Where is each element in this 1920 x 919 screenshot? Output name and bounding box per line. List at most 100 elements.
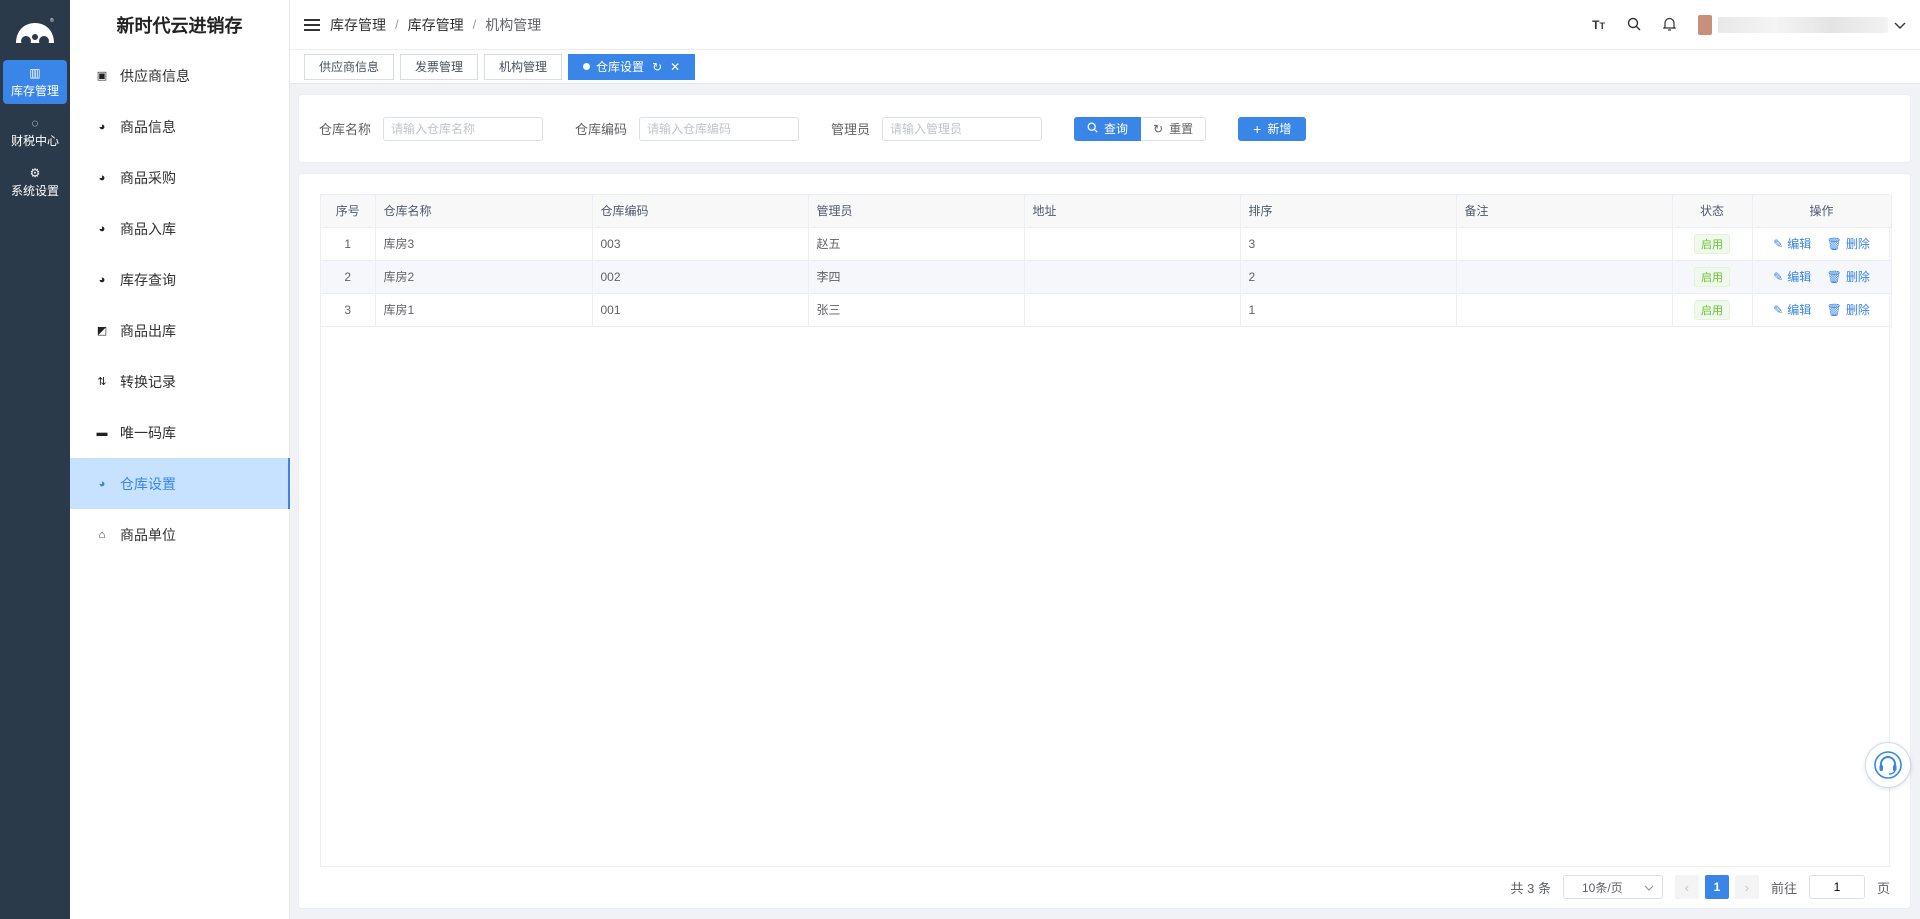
menu-item-label: 商品采购 <box>120 169 176 186</box>
prev-page-button[interactable]: ‹ <box>1674 875 1699 899</box>
search-icon[interactable] <box>1627 17 1641 34</box>
menu-item-unique-code[interactable]: ▬ 唯一码库 <box>70 407 289 458</box>
close-icon[interactable]: ✕ <box>670 60 680 74</box>
table-card: 序号 仓库名称 仓库编码 管理员 地址 排序 备注 状态 操作 1 库房3 00… <box>298 173 1911 909</box>
col-header-sort: 排序 <box>1240 195 1457 228</box>
menu-item-conversion[interactable]: ⇅ 转换记录 <box>70 356 289 407</box>
delete-button[interactable]: 🗑 删除 <box>1827 301 1870 318</box>
page-size-select[interactable]: 10条/页 <box>1562 875 1663 899</box>
delete-label: 删除 <box>1845 237 1870 251</box>
col-header-name: 仓库名称 <box>375 195 593 228</box>
app-rail: ® ▥ 库存管理 ◌ 财税中心 ⚙ 系统设置 <box>0 0 70 919</box>
manager-input[interactable] <box>882 116 1043 141</box>
warehouse-code-input[interactable] <box>639 116 800 141</box>
total-count: 共 3 条 <box>1510 880 1551 896</box>
cell-address <box>1024 260 1241 294</box>
cell-remark <box>1456 293 1673 327</box>
col-header-address: 地址 <box>1024 195 1241 228</box>
table-row[interactable]: 2 库房2 002 李四 2 启用 ✎ 编辑 🗑 删除 <box>321 260 1892 294</box>
col-header-index: 序号 <box>321 195 376 228</box>
hamburger-icon[interactable] <box>304 18 320 31</box>
menu-item-stock-out[interactable]: ◩ 商品出库 <box>70 305 289 356</box>
menu-item-label: 商品信息 <box>120 118 176 135</box>
col-header-status: 状态 <box>1672 195 1753 228</box>
edit-button[interactable]: ✎ 编辑 <box>1773 268 1811 285</box>
tag-warehouse[interactable]: 仓库设置 ↻ ✕ <box>568 53 696 80</box>
trash-icon: 🗑 <box>1826 269 1842 284</box>
col-header-code: 仓库编码 <box>592 195 809 228</box>
bell-icon[interactable] <box>1662 17 1677 34</box>
cell-code: 003 <box>592 227 809 261</box>
rail-item-finance[interactable]: ◌ 财税中心 <box>3 110 67 154</box>
menu-item-stock-query[interactable]: ◕ 库存查询 <box>70 254 289 305</box>
goto-page-input[interactable] <box>1808 875 1865 899</box>
menu-item-label: 商品入库 <box>120 220 176 237</box>
bell-dome-icon: ⌂ <box>98 528 106 541</box>
menu-item-label: 仓库设置 <box>120 475 176 492</box>
page-number-button[interactable]: 1 <box>1704 875 1729 899</box>
menu-item-supplier[interactable]: ▣ 供应商信息 <box>70 50 289 101</box>
menu-item-product[interactable]: ◕ 商品信息 <box>70 101 289 152</box>
app-logo: ® <box>0 0 70 60</box>
refresh-icon: ↻ <box>1153 121 1164 136</box>
reset-button-label: 重置 <box>1169 122 1194 136</box>
plus-icon: + <box>1253 120 1262 137</box>
rail-item-label: 财税中心 <box>10 133 59 148</box>
cell-index: 2 <box>321 260 376 294</box>
cell-code: 001 <box>592 293 809 327</box>
add-button[interactable]: + 新增 <box>1238 116 1307 141</box>
search-button-group: 查询 ↻ 重置 <box>1074 116 1207 141</box>
user-name-blurred <box>1718 17 1888 33</box>
dashboard-icon: ◕ <box>98 171 106 184</box>
cloud-logo-icon: ® <box>16 17 54 45</box>
delete-label: 删除 <box>1845 270 1870 284</box>
next-page-button[interactable]: › <box>1734 875 1759 899</box>
edit-button[interactable]: ✎ 编辑 <box>1773 301 1811 318</box>
app-title: 新时代云进销存 <box>116 16 243 36</box>
cell-remark <box>1456 260 1673 294</box>
tag-organization[interactable]: 机构管理 <box>484 53 563 80</box>
user-menu[interactable] <box>1698 15 1906 35</box>
delete-button[interactable]: 🗑 删除 <box>1827 235 1870 252</box>
delete-button[interactable]: 🗑 删除 <box>1827 268 1870 285</box>
warehouse-name-input[interactable] <box>383 116 544 141</box>
dashboard-icon: ◕ <box>98 477 106 490</box>
menu-item-label: 商品单位 <box>120 526 176 543</box>
avatar <box>1698 15 1712 35</box>
goto-label: 前往 <box>1770 880 1797 896</box>
switch-arrows-icon: ⇅ <box>97 376 107 388</box>
grid-icon: ▥ <box>29 65 41 80</box>
trash-icon: 🗑 <box>1826 302 1842 317</box>
table-row[interactable]: 1 库房3 003 赵五 3 启用 ✎ 编辑 🗑 删除 <box>321 227 1892 261</box>
query-button[interactable]: 查询 <box>1074 116 1142 141</box>
table-row[interactable]: 3 库房1 001 张三 1 启用 ✎ 编辑 🗑 删除 <box>321 293 1892 327</box>
cell-code: 002 <box>592 260 809 294</box>
menu-item-warehouse[interactable]: ◕ 仓库设置 <box>70 458 290 509</box>
refresh-icon[interactable]: ↻ <box>652 60 662 74</box>
page-suffix: 页 <box>1876 880 1890 896</box>
customer-service-button[interactable] <box>1865 742 1911 788</box>
menu-item-purchase[interactable]: ◕ 商品采购 <box>70 152 289 203</box>
breadcrumb-item[interactable]: 库存管理 <box>330 15 386 35</box>
font-size-icon[interactable]: TT <box>1592 18 1605 32</box>
rail-item-inventory[interactable]: ▥ 库存管理 <box>3 60 67 104</box>
breadcrumb-item[interactable]: 库存管理 <box>408 15 464 35</box>
reset-button[interactable]: ↻ 重置 <box>1141 116 1207 141</box>
edit-button[interactable]: ✎ 编辑 <box>1773 235 1811 252</box>
breadcrumb-separator: / <box>472 17 477 32</box>
tag-invoice[interactable]: 发票管理 <box>400 53 479 80</box>
edit-label: 编辑 <box>1787 270 1812 284</box>
cell-sort: 3 <box>1240 227 1457 261</box>
menu-item-stock-in[interactable]: ◕ 商品入库 <box>70 203 289 254</box>
monitor-icon: ▬ <box>96 426 108 439</box>
chevron-down-icon <box>1894 18 1906 33</box>
manager-label: 管理员 <box>831 122 871 137</box>
cell-status: 启用 <box>1672 260 1753 294</box>
cell-address <box>1024 227 1241 261</box>
tag-supplier[interactable]: 供应商信息 <box>304 53 395 80</box>
menu-item-unit[interactable]: ⌂ 商品单位 <box>70 509 289 560</box>
cell-manager: 李四 <box>808 260 1025 294</box>
rail-item-settings[interactable]: ⚙ 系统设置 <box>3 160 67 204</box>
search-icon <box>1087 122 1098 136</box>
edit-label: 编辑 <box>1787 237 1812 251</box>
